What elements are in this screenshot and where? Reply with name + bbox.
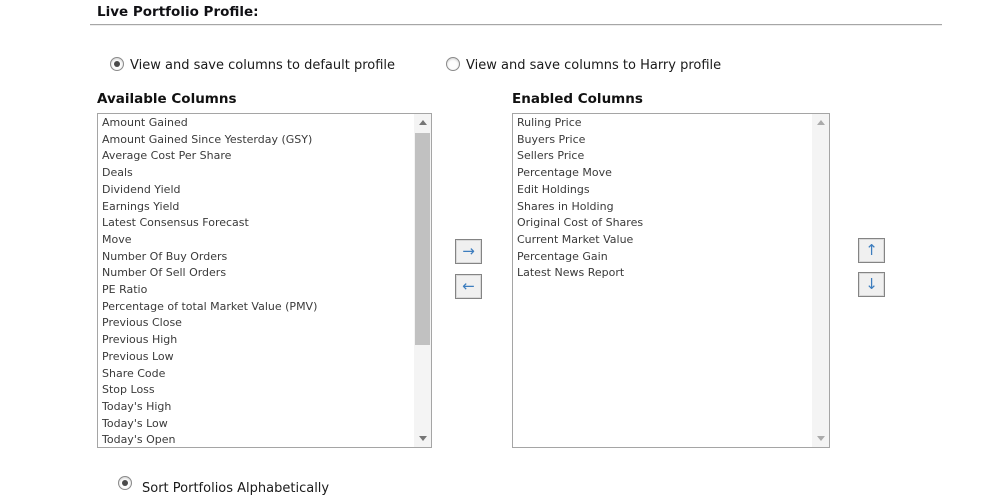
available-column-option[interactable]: Today's High — [98, 399, 414, 416]
available-column-option[interactable]: Stop Loss — [98, 382, 414, 399]
available-column-option[interactable]: Latest Consensus Forecast — [98, 215, 414, 232]
move-down-button[interactable]: ↓ — [858, 272, 885, 297]
available-column-option[interactable]: PE Ratio — [98, 282, 414, 299]
enabled-column-option[interactable]: Shares in Holding — [513, 199, 812, 216]
enabled-columns-list: Ruling PriceBuyers PriceSellers PricePer… — [513, 115, 812, 447]
enabled-column-option[interactable]: Percentage Gain — [513, 249, 812, 266]
default-profile-radio[interactable] — [110, 57, 124, 71]
enabled-column-option[interactable]: Current Market Value — [513, 232, 812, 249]
enabled-column-option[interactable]: Original Cost of Shares — [513, 215, 812, 232]
available-columns-list: Amount GainedAmount Gained Since Yesterd… — [98, 115, 414, 447]
sort-alphabetically-label: Sort Portfolios Alphabetically — [142, 481, 329, 496]
scroll-down-icon — [419, 436, 427, 441]
enabled-column-option[interactable]: Buyers Price — [513, 132, 812, 149]
available-column-option[interactable]: Deals — [98, 165, 414, 182]
enabled-column-option[interactable]: Sellers Price — [513, 148, 812, 165]
sort-alphabetically-radio[interactable] — [118, 476, 132, 490]
available-column-option[interactable]: Previous Low — [98, 349, 414, 366]
available-column-option[interactable]: Number Of Sell Orders — [98, 265, 414, 282]
available-column-option[interactable]: Amount Gained Since Yesterday (GSY) — [98, 132, 414, 149]
scroll-down-button[interactable] — [414, 430, 431, 447]
available-column-option[interactable]: Earnings Yield — [98, 199, 414, 216]
harry-profile-label: View and save columns to Harry profile — [466, 58, 721, 73]
move-up-button[interactable]: ↑ — [858, 238, 885, 263]
scroll-up-icon — [419, 120, 427, 125]
scroll-down-icon — [817, 436, 825, 441]
available-column-option[interactable]: Previous Close — [98, 315, 414, 332]
enabled-columns-listbox[interactable]: Ruling PriceBuyers PriceSellers PricePer… — [512, 113, 830, 448]
available-columns-header: Available Columns — [97, 91, 237, 107]
available-column-option[interactable]: Today's Open — [98, 432, 414, 447]
available-column-option[interactable]: Share Code — [98, 366, 414, 383]
available-column-option[interactable]: Move — [98, 232, 414, 249]
enabled-column-option[interactable]: Ruling Price — [513, 115, 812, 132]
enabled-column-option[interactable]: Percentage Move — [513, 165, 812, 182]
scroll-up-button[interactable] — [414, 114, 431, 131]
page-title: Live Portfolio Profile: — [97, 4, 259, 20]
enabled-scrollbar[interactable] — [812, 114, 829, 447]
move-to-enabled-button[interactable]: → — [455, 239, 482, 264]
scroll-down-button[interactable] — [812, 430, 829, 447]
scroll-up-button[interactable] — [812, 114, 829, 131]
title-divider — [90, 24, 942, 26]
available-column-option[interactable]: Average Cost Per Share — [98, 148, 414, 165]
available-column-option[interactable]: Previous High — [98, 332, 414, 349]
available-columns-listbox[interactable]: Amount GainedAmount Gained Since Yesterd… — [97, 113, 432, 448]
scrollbar-thumb[interactable] — [415, 133, 430, 345]
move-to-available-button[interactable]: ← — [455, 274, 482, 299]
available-column-option[interactable]: Today's Low — [98, 416, 414, 433]
enabled-column-option[interactable]: Edit Holdings — [513, 182, 812, 199]
enabled-columns-header: Enabled Columns — [512, 91, 643, 107]
available-column-option[interactable]: Dividend Yield — [98, 182, 414, 199]
enabled-column-option[interactable]: Latest News Report — [513, 265, 812, 282]
default-profile-label: View and save columns to default profile — [130, 58, 395, 73]
available-column-option[interactable]: Percentage of total Market Value (PMV) — [98, 299, 414, 316]
scroll-up-icon — [817, 120, 825, 125]
available-scrollbar[interactable] — [414, 114, 431, 447]
available-column-option[interactable]: Number Of Buy Orders — [98, 249, 414, 266]
available-column-option[interactable]: Amount Gained — [98, 115, 414, 132]
harry-profile-radio[interactable] — [446, 57, 460, 71]
